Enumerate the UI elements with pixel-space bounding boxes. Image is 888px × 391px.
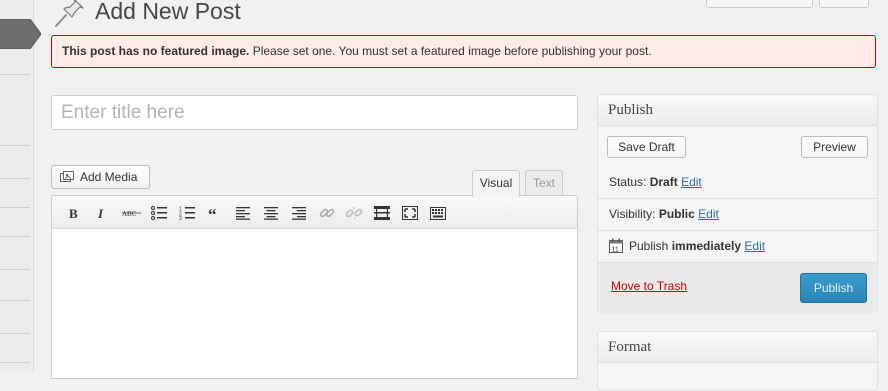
menu-divider: [0, 333, 30, 334]
edit-schedule-link[interactable]: Edit: [744, 239, 765, 253]
screen-options-button[interactable]: [706, 0, 813, 8]
add-media-button[interactable]: Add Media: [51, 165, 150, 189]
editor-toolbar: B I ABC 123 “: [51, 195, 578, 229]
publish-box-title: Publish: [598, 95, 877, 126]
major-publishing-actions: Move to Trash Publish: [598, 262, 877, 313]
italic-icon[interactable]: I: [93, 204, 111, 222]
edit-visibility-link[interactable]: Edit: [698, 207, 719, 221]
read-more-icon[interactable]: [373, 204, 391, 222]
divider: [598, 230, 877, 231]
unlink-icon[interactable]: [345, 204, 363, 222]
preview-button[interactable]: Preview: [801, 136, 868, 158]
svg-text:3: 3: [179, 216, 182, 220]
status-label: Status:: [609, 175, 647, 189]
bullet-list-icon[interactable]: [150, 204, 168, 222]
current-menu-arrow-icon: [0, 19, 41, 49]
page-title: Add New Post: [95, 0, 241, 24]
divider: [598, 198, 877, 199]
visibility-label: Visibility:: [609, 207, 656, 221]
kitchen-sink-icon[interactable]: [429, 204, 447, 222]
help-button[interactable]: [819, 0, 869, 8]
schedule-row: 11 Publish immediately Edit: [609, 238, 765, 254]
schedule-value: immediately: [671, 239, 742, 253]
notice-text: Please set one. You must set a featured …: [249, 44, 652, 58]
svg-text:B: B: [69, 206, 78, 220]
bold-icon[interactable]: B: [65, 204, 83, 222]
pushpin-icon: [52, 0, 84, 28]
menu-divider: [0, 74, 30, 75]
tab-text[interactable]: Text: [525, 170, 563, 196]
insert-link-icon[interactable]: [318, 204, 336, 222]
add-media-label: Add Media: [80, 170, 138, 184]
error-notice: This post has no featured image. Please …: [51, 35, 876, 68]
menu-divider: [0, 178, 30, 179]
notice-bold-text: This post has no featured image.: [62, 44, 250, 58]
calendar-icon: 11: [609, 238, 623, 254]
align-right-icon[interactable]: [290, 204, 308, 222]
menu-divider: [0, 300, 30, 301]
visibility-value: Public: [658, 207, 695, 221]
fullscreen-icon[interactable]: [401, 204, 419, 222]
admin-menu: [0, 0, 34, 373]
blockquote-icon[interactable]: “: [206, 204, 224, 222]
align-left-icon[interactable]: [234, 204, 252, 222]
save-draft-button[interactable]: Save Draft: [607, 136, 686, 158]
svg-text:11: 11: [612, 247, 619, 254]
edit-status-link[interactable]: Edit: [681, 175, 702, 189]
schedule-label: Publish: [629, 239, 669, 253]
menu-divider: [0, 269, 30, 270]
post-status-row: Status: Draft Edit: [609, 175, 702, 189]
media-icon: [60, 170, 74, 184]
visibility-row: Visibility: Public Edit: [609, 207, 719, 221]
post-title-input[interactable]: [51, 95, 578, 130]
svg-text:I: I: [97, 206, 104, 220]
format-box: Format: [597, 331, 878, 391]
strikethrough-icon[interactable]: ABC: [122, 204, 144, 222]
editor-content-area[interactable]: [51, 229, 578, 379]
tab-visual[interactable]: Visual: [472, 170, 520, 197]
move-to-trash-link[interactable]: Move to Trash: [611, 279, 687, 293]
numbered-list-icon[interactable]: 123: [178, 204, 196, 222]
align-center-icon[interactable]: [262, 204, 280, 222]
format-box-title: Format: [598, 332, 877, 363]
svg-text:“: “: [208, 207, 217, 219]
menu-divider: [0, 236, 30, 237]
menu-divider: [0, 362, 30, 363]
svg-text:ABC: ABC: [122, 210, 137, 218]
publish-box: Publish Save Draft Preview Status: Draft…: [597, 94, 878, 313]
publish-button[interactable]: Publish: [800, 273, 867, 303]
menu-divider: [0, 145, 30, 146]
menu-divider: [0, 207, 30, 208]
status-value: Draft: [649, 175, 678, 189]
